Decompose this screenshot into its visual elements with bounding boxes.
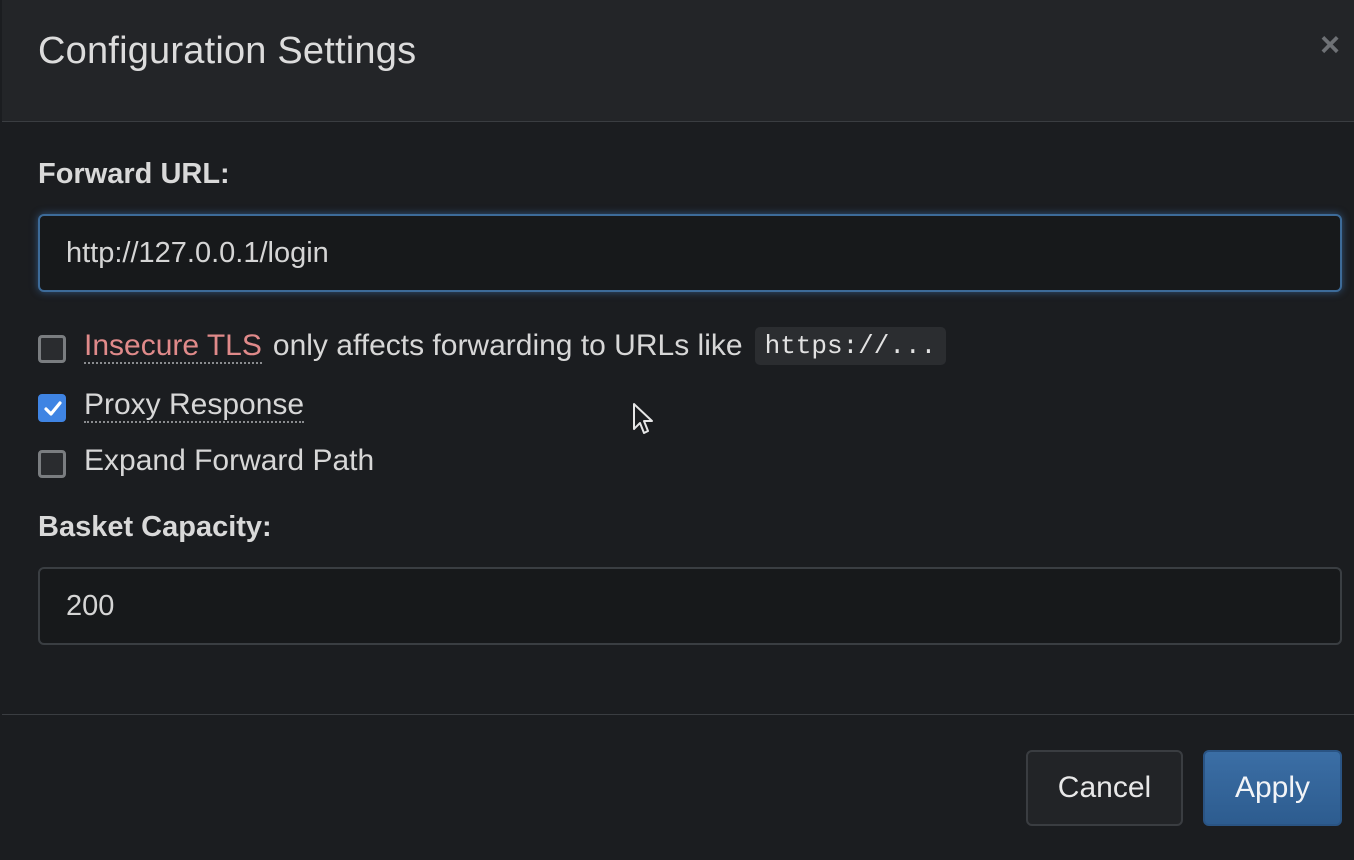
forward-url-input[interactable] (38, 214, 1342, 292)
proxy-response-option: Proxy Response (38, 385, 305, 425)
https-code-sample: https://... (754, 327, 947, 365)
insecure-tls-label: Insecure TLS (84, 328, 262, 364)
mouse-cursor-icon (633, 403, 653, 434)
configuration-dialog: Configuration Settings × Forward URL: In… (2, 0, 1354, 860)
insecure-tls-checkbox[interactable] (38, 335, 66, 363)
checkmark-icon (44, 401, 62, 416)
insecure-tls-description: only affects forwarding to URLs like (272, 329, 743, 362)
insecure-tls-option: Insecure TLS only affects forwarding to … (38, 326, 947, 366)
expand-forward-path-label: Expand Forward Path (84, 444, 375, 477)
footer-divider (2, 714, 1354, 715)
cancel-button[interactable]: Cancel (1026, 750, 1183, 826)
expand-forward-path-checkbox[interactable] (38, 450, 66, 478)
dialog-title: Configuration Settings (38, 30, 417, 72)
basket-capacity-input[interactable] (38, 567, 1342, 645)
proxy-response-label: Proxy Response (84, 387, 305, 423)
apply-button[interactable]: Apply (1203, 750, 1342, 826)
forward-url-label: Forward URL: (38, 158, 230, 190)
dialog-header: Configuration Settings × (2, 0, 1354, 122)
expand-forward-path-option: Expand Forward Path (38, 441, 374, 481)
proxy-response-checkbox[interactable] (38, 394, 66, 422)
basket-capacity-label: Basket Capacity: (38, 511, 272, 543)
close-icon[interactable]: × (1320, 28, 1340, 62)
